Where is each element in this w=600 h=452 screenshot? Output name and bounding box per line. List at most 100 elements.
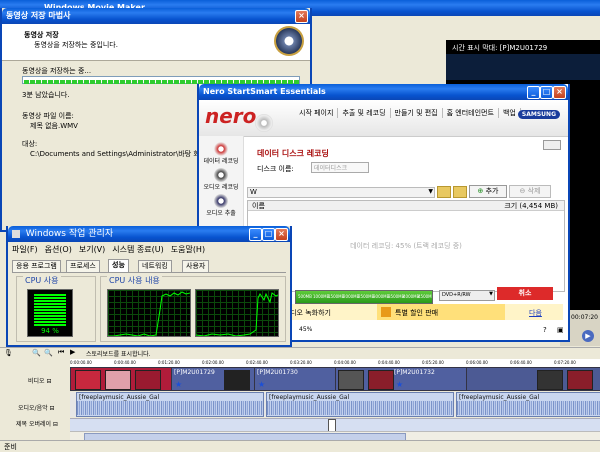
cpu-history-label: CPU 사용 내용 [107, 275, 162, 286]
task-manager-icon [12, 229, 20, 238]
ruler-mark: 0:00:00.00 [70, 360, 92, 365]
audio-extract-item[interactable]: 오디오 추출 [203, 194, 239, 217]
time-remaining: 3분 남았습니다. [22, 91, 70, 99]
nav-create-edit[interactable]: 만들기 및 편집 [391, 108, 443, 118]
ruler-mark: 0:00:40.00 [114, 360, 136, 365]
track-label-video[interactable]: 비디오 ⊟ [28, 376, 52, 385]
nero-footer-lock-icon[interactable]: ▣ [557, 326, 564, 334]
tab-performance[interactable]: 성능 [108, 259, 129, 272]
cpu-usage-label: CPU 사용 [23, 275, 61, 286]
timeline-clip[interactable] [70, 367, 172, 391]
cancel-button[interactable]: 취소 [497, 287, 553, 300]
save-dialog-titlebar: 동영상 저장 마법사 × [2, 8, 310, 24]
clip-thumbnail [105, 370, 131, 390]
nero-help-icon[interactable] [543, 140, 561, 150]
chevron-down-icon: ▼ [489, 291, 493, 297]
capacity-tick-label: 1500MB [328, 294, 345, 299]
footer-percent: 45% [299, 326, 313, 333]
close-icon[interactable]: × [275, 228, 288, 241]
saving-label: 동영상을 저장하는 중... [22, 67, 92, 75]
folder-up-icon[interactable] [437, 186, 451, 198]
nav-start-page[interactable]: 시작 페이지 [295, 108, 339, 118]
menu-shutdown[interactable]: 시스템 종료(U) [112, 245, 163, 254]
path-combo[interactable]: W ▼ [247, 187, 435, 198]
drive-selector[interactable]: DVD+R/RW ▼ [439, 290, 495, 301]
add-icon: ⊕ [477, 187, 484, 195]
timeline-scrollbar[interactable] [70, 431, 600, 441]
title-overlay-track[interactable] [70, 418, 600, 432]
col-name[interactable]: 이름 [252, 201, 265, 211]
audio-clip[interactable]: [freeplaymusic_Aussie_Gal [76, 392, 264, 417]
timeline-clip[interactable] [466, 367, 600, 391]
rewind-icon[interactable]: ⏮ [58, 348, 64, 357]
menu-options[interactable]: 옵션(O) [45, 245, 72, 254]
menu-help[interactable]: 도움말(H) [171, 245, 205, 254]
ruler-mark: 0:02:40.00 [246, 360, 268, 365]
tab-processes[interactable]: 프로세스 [66, 260, 100, 272]
disc-name-input[interactable]: 데이터디스크 [311, 162, 369, 173]
file-list[interactable]: 이름 크기 (4,454 MB) 데이터 레코딩: 45% (트랙 레코딩 중) [247, 200, 565, 292]
maximize-icon[interactable]: □ [540, 86, 553, 99]
storyboard-hint[interactable]: 스토리보드를 표시합니다. [86, 349, 151, 358]
timeline-clip[interactable]: [P]M2U01732 ★ [335, 367, 467, 391]
cpu-history-group: CPU 사용 내용 [100, 275, 286, 342]
capacity-tick-label: 1000MB [313, 294, 330, 299]
clip-label: [P]M2U01730 [257, 369, 298, 376]
ruler-mark: 0:07:20.00 [554, 360, 576, 365]
col-size[interactable]: 크기 (4,454 MB) [504, 201, 558, 211]
task-manager-titlebar: Windows 작업 관리자 _ □ × [8, 226, 290, 242]
timeline-clip[interactable]: [P]M2U01730 ★ [254, 367, 336, 391]
tab-networking[interactable]: 네트워킹 [138, 260, 172, 272]
clip-thumbnail [135, 370, 161, 390]
promo-next-link[interactable]: 다음 [529, 308, 542, 318]
close-icon[interactable]: × [295, 10, 308, 23]
track-label-audio[interactable]: 오디오/음악 ⊟ [18, 403, 55, 412]
zoom-in-icon[interactable]: 🔍 [32, 349, 41, 357]
menu-view[interactable]: 보기(V) [79, 245, 105, 254]
menu-file[interactable]: 파일(F) [12, 245, 38, 254]
nav-rip-burn[interactable]: 추출 및 레코딩 [338, 108, 391, 118]
timeline-clip[interactable]: [P]M2U01729 ★ [171, 367, 255, 391]
save-subheading: 동영상을 저장하는 중입니다. [34, 41, 118, 49]
task-manager-window: Windows 작업 관리자 _ □ × 파일(F) 옵션(O) 보기(V) 시스템 … [6, 226, 292, 347]
audio-recording-item[interactable]: 오디오 레코딩 [203, 168, 239, 191]
nav-home-entertainment[interactable]: 홈 엔터테인먼트 [443, 108, 499, 118]
minimize-icon[interactable]: _ [527, 86, 540, 99]
audio-clip[interactable]: [freeplaymusic_Aussie_Gal [456, 392, 600, 417]
progress-segment [180, 80, 185, 84]
tab-applications[interactable]: 응용 프로그램 [12, 260, 61, 272]
close-icon[interactable]: × [553, 86, 566, 99]
audio-clip[interactable]: [freeplaymusic_Aussie_Gal [266, 392, 454, 417]
minimize-icon[interactable]: _ [249, 228, 262, 241]
destination-label: 대상: [22, 140, 38, 148]
tab-users[interactable]: 사용자 [182, 260, 210, 272]
data-recording-item[interactable]: 데이터 레코딩 [203, 142, 239, 165]
video-track: [P]M2U01729 ★ [P]M2U01730 ★ [P]M2U01732 … [70, 367, 600, 391]
ruler-mark: 0:02:00.00 [202, 360, 224, 365]
extract-icon [214, 194, 228, 208]
track-label-title[interactable]: 제목 오버레이 ⊟ [16, 419, 58, 428]
star-icon: ★ [175, 380, 183, 389]
play-icon[interactable]: ▶ [582, 330, 594, 342]
audio-clip-label: [freeplaymusic_Aussie_Gal [269, 394, 350, 401]
nero-titlebar: Nero StartSmart Essentials _ □ × [199, 84, 568, 100]
nero-footer-help-icon[interactable]: ? [543, 326, 547, 334]
clip-label: [P]M2U01729 [174, 369, 215, 376]
ruler-mark: 0:03:20.00 [290, 360, 312, 365]
progress-segment [42, 80, 47, 84]
progress-segment [84, 80, 89, 84]
play-timeline-icon[interactable]: ▶ [70, 348, 75, 356]
zoom-out-icon[interactable]: 🔍 [44, 349, 53, 357]
progress-segment [150, 80, 155, 84]
set-audio-icon[interactable]: 🎙 [4, 349, 13, 357]
maximize-icon[interactable]: □ [262, 228, 275, 241]
add-button[interactable]: ⊕ 추가 [469, 185, 507, 198]
sidebar-item-label: 오디오 레코딩 [203, 184, 239, 191]
ruler-mark: 0:06:40.00 [510, 360, 532, 365]
delete-button[interactable]: ⊖ 삭제 [509, 185, 551, 198]
promo-right-box[interactable]: 특별 할인 판매 [377, 304, 505, 320]
task-manager-title: Windows 작업 관리자 [25, 229, 114, 239]
new-folder-icon[interactable] [453, 186, 467, 198]
file-name-value: 제목 없음.WMV [30, 122, 78, 130]
drive-label: DVD+R/RW [442, 292, 471, 298]
